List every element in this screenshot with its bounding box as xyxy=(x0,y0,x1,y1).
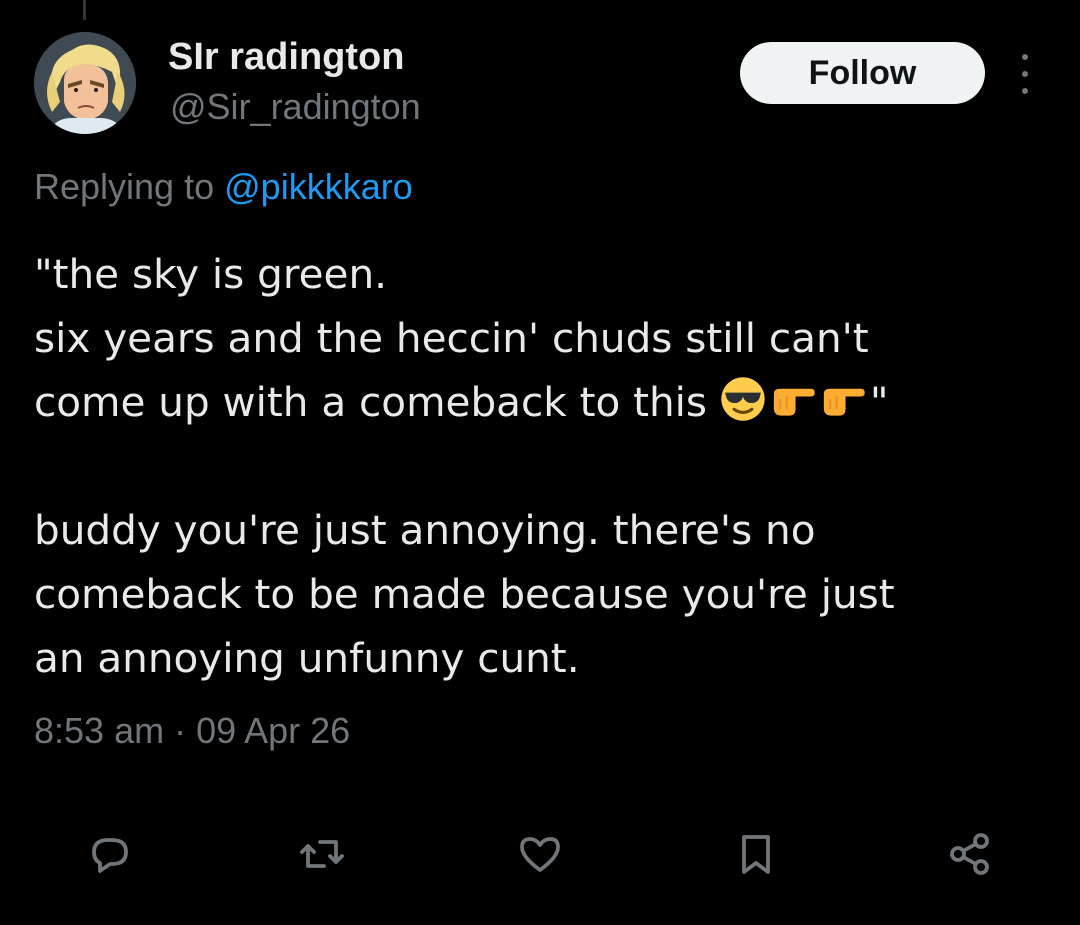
timestamp[interactable]: 8:53 am · 09 Apr 26 xyxy=(34,710,350,752)
replying-to-line: Replying to @pikkkkaro xyxy=(34,166,413,208)
tweet-text-segment: come up with a comeback to this xyxy=(34,378,707,426)
replying-to-label: Replying to xyxy=(34,166,215,207)
bookmark-icon xyxy=(742,835,770,874)
tweet-text-line: six years and the heccin' chuds still ca… xyxy=(34,314,869,362)
tweet-text-line: "the sky is green. xyxy=(34,250,387,298)
bookmark-button[interactable] xyxy=(724,822,788,886)
tweet-text-segment: " xyxy=(869,378,889,426)
avatar[interactable] xyxy=(34,32,136,134)
tweet-text: "the sky is green. six years and the hec… xyxy=(34,242,1054,690)
repost-button[interactable] xyxy=(290,822,354,886)
avatar-image xyxy=(34,32,136,134)
repost-icon xyxy=(300,840,344,868)
share-button[interactable] xyxy=(938,822,1002,886)
follow-button[interactable]: Follow xyxy=(740,42,985,104)
reply-icon xyxy=(92,838,128,873)
action-bar xyxy=(0,822,1080,886)
share-icon xyxy=(950,833,989,875)
tweet-text-line: comeback to be made because you're just xyxy=(34,570,895,618)
tweet-text-line: come up with a comeback to this " xyxy=(34,370,1054,434)
heart-icon xyxy=(520,837,560,872)
thread-connector-line xyxy=(83,0,86,20)
replying-to-mention[interactable]: @pikkkkaro xyxy=(224,166,413,207)
user-handle[interactable]: @Sir_radington xyxy=(170,86,421,128)
tweet-text-line: an annoying unfunny cunt. xyxy=(34,634,580,682)
more-vertical-icon[interactable] xyxy=(1012,54,1038,94)
sunglasses-emoji-icon xyxy=(721,377,765,421)
display-name[interactable]: SIr radington xyxy=(168,36,404,79)
tweet-text-line: buddy you're just annoying. there's no xyxy=(34,506,816,554)
pointing-right-emoji-icon xyxy=(773,388,815,416)
reply-button[interactable] xyxy=(78,822,142,886)
pointing-right-emoji-icon xyxy=(823,388,865,416)
like-button[interactable] xyxy=(508,822,572,886)
